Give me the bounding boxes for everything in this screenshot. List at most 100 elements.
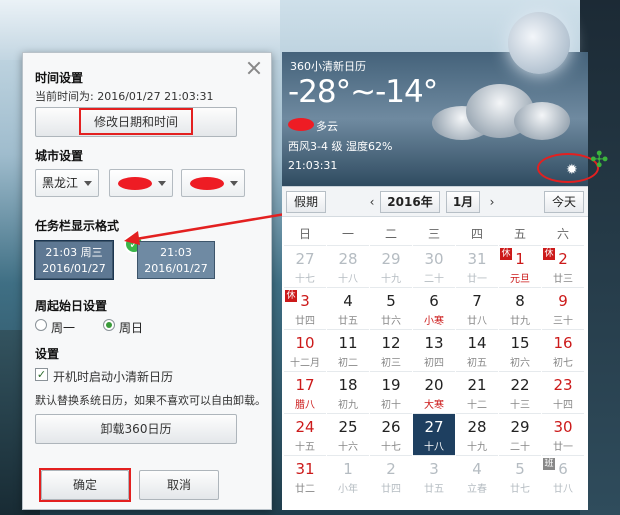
- calendar-day[interactable]: 12 初三: [370, 329, 412, 371]
- calendar-day[interactable]: 4 廿五: [327, 287, 369, 329]
- calendar-day[interactable]: 31 廿二: [284, 455, 326, 497]
- calendar-day[interactable]: 18 初九: [327, 371, 369, 413]
- calendar-day[interactable]: 24 十五: [284, 413, 326, 455]
- calendar-day[interactable]: 22 十三: [499, 371, 541, 413]
- calendar-day[interactable]: 班 6 廿八: [542, 455, 584, 497]
- calendar-day[interactable]: 8 廿九: [499, 287, 541, 329]
- lunar-date: 廿八: [553, 484, 573, 495]
- calendar-day[interactable]: 5 廿六: [370, 287, 412, 329]
- calendar-day[interactable]: 9 三十: [542, 287, 584, 329]
- city-select[interactable]: [109, 169, 173, 197]
- uninstall-button[interactable]: 卸载360日历: [35, 414, 237, 444]
- calendar-day[interactable]: 10 十二月: [284, 329, 326, 371]
- month-select[interactable]: 1月: [446, 191, 480, 213]
- lunar-date: 廿一: [553, 442, 573, 453]
- sunday-label: 周日: [119, 321, 144, 335]
- taskbar-section-title: 任务栏显示格式: [35, 219, 120, 233]
- province-select[interactable]: 黑龙江: [35, 169, 99, 197]
- day-number: 24: [295, 418, 315, 436]
- calendar-day[interactable]: 7 廿八: [456, 287, 498, 329]
- lunar-date: 廿七: [510, 484, 530, 495]
- calendar-day[interactable]: 休 3 廿四: [284, 287, 326, 329]
- calendar-day[interactable]: 2 廿四: [370, 455, 412, 497]
- calendar-day[interactable]: 4 立春: [456, 455, 498, 497]
- taskbar-format-option-1[interactable]: 21:03 周三 2016/01/27: [34, 240, 114, 280]
- day-number: 30: [424, 250, 444, 268]
- lunar-date: 廿三: [553, 274, 573, 285]
- year-select[interactable]: 2016年: [380, 191, 440, 213]
- calendar-day[interactable]: 30 廿一: [542, 413, 584, 455]
- calendar-day[interactable]: 26 十七: [370, 413, 412, 455]
- calendar-toolbar: 假期 ‹ 2016年 1月 › 今天: [282, 187, 588, 217]
- weekday-header: 一: [341, 227, 354, 241]
- temperature: -28°~-14°: [288, 74, 438, 110]
- calendar-day[interactable]: 15 初六: [499, 329, 541, 371]
- calendar-day[interactable]: 6 小寒: [413, 287, 455, 329]
- moon-icon: [508, 12, 570, 74]
- autostart-checkbox[interactable]: ✓: [35, 368, 48, 381]
- weekday-header: 六: [556, 227, 569, 241]
- holiday-button[interactable]: 假期: [286, 191, 326, 213]
- calendar-day[interactable]: 3 廿五: [413, 455, 455, 497]
- cancel-button[interactable]: 取消: [139, 470, 219, 500]
- prev-year-icon[interactable]: ‹: [366, 191, 378, 213]
- next-month-icon[interactable]: ›: [486, 191, 498, 213]
- lunar-date: 廿五: [338, 316, 358, 327]
- day-number: 29: [381, 250, 401, 268]
- day-number: 21: [467, 376, 487, 394]
- radio-monday[interactable]: [35, 319, 47, 331]
- day-number: 14: [467, 334, 487, 352]
- calendar-day[interactable]: 1 小年: [327, 455, 369, 497]
- redacted-mark: [118, 177, 152, 190]
- lunar-date: 十九: [381, 274, 401, 285]
- calendar-day[interactable]: 27 十八: [413, 413, 455, 455]
- lunar-date: 初三: [381, 358, 401, 369]
- calendar-day[interactable]: 14 初五: [456, 329, 498, 371]
- calendar-day[interactable]: 20 大寒: [413, 371, 455, 413]
- week-start-section-title: 周起始日设置: [35, 299, 108, 313]
- calendar-day[interactable]: 28 十八: [327, 245, 369, 287]
- district-select[interactable]: [181, 169, 245, 197]
- calendar-day[interactable]: 29 二十: [499, 413, 541, 455]
- autostart-label: 开机时启动小清新日历: [53, 370, 174, 384]
- calendar-day[interactable]: 11 初二: [327, 329, 369, 371]
- calendar-day[interactable]: 23 十四: [542, 371, 584, 413]
- calendar-day[interactable]: 29 十九: [370, 245, 412, 287]
- taskbar-format-option-2[interactable]: 21:03 2016/01/27: [137, 241, 215, 279]
- calendar-day[interactable]: 5 廿七: [499, 455, 541, 497]
- replace-note: 默认替换系统日历，如果不喜欢可以自由卸载。: [35, 394, 266, 407]
- chevron-down-icon: [230, 181, 238, 186]
- calendar-day[interactable]: 17 腊八: [284, 371, 326, 413]
- format2-line2: 2016/01/27: [144, 262, 208, 275]
- lunar-date: 十九: [467, 442, 487, 453]
- calendar-day[interactable]: 25 十六: [327, 413, 369, 455]
- calendar-day[interactable]: 30 二十: [413, 245, 455, 287]
- day-number: 5: [386, 292, 396, 310]
- weekday-header: 五: [513, 227, 526, 241]
- calendar-day[interactable]: 休 1 元旦: [499, 245, 541, 287]
- calendar-day[interactable]: 13 初四: [413, 329, 455, 371]
- lunar-date: 初十: [381, 400, 401, 411]
- calendar-day[interactable]: 16 初七: [542, 329, 584, 371]
- radio-sunday[interactable]: [103, 319, 115, 331]
- calendar-day[interactable]: 19 初十: [370, 371, 412, 413]
- app-title: 360小清新日历: [290, 60, 366, 73]
- today-button[interactable]: 今天: [544, 191, 584, 213]
- lunar-date: 初六: [510, 358, 530, 369]
- calendar-day[interactable]: 21 十二: [456, 371, 498, 413]
- day-number: 27: [295, 250, 315, 268]
- lunar-date: 廿一: [467, 274, 487, 285]
- close-icon[interactable]: [247, 61, 261, 75]
- weather-condition: 多云: [316, 120, 338, 133]
- pinwheel-icon[interactable]: ✣: [590, 148, 608, 173]
- day-number: 2: [558, 250, 568, 268]
- lunar-date: 十二: [467, 400, 487, 411]
- lunar-date: 三十: [553, 316, 573, 327]
- day-number: 29: [510, 418, 530, 436]
- calendar-day[interactable]: 31 廿一: [456, 245, 498, 287]
- calendar-day[interactable]: 27 十七: [284, 245, 326, 287]
- lunar-date: 初二: [338, 358, 358, 369]
- calendar-day[interactable]: 28 十九: [456, 413, 498, 455]
- calendar-day[interactable]: 休 2 廿三: [542, 245, 584, 287]
- lunar-date: 十六: [338, 442, 358, 453]
